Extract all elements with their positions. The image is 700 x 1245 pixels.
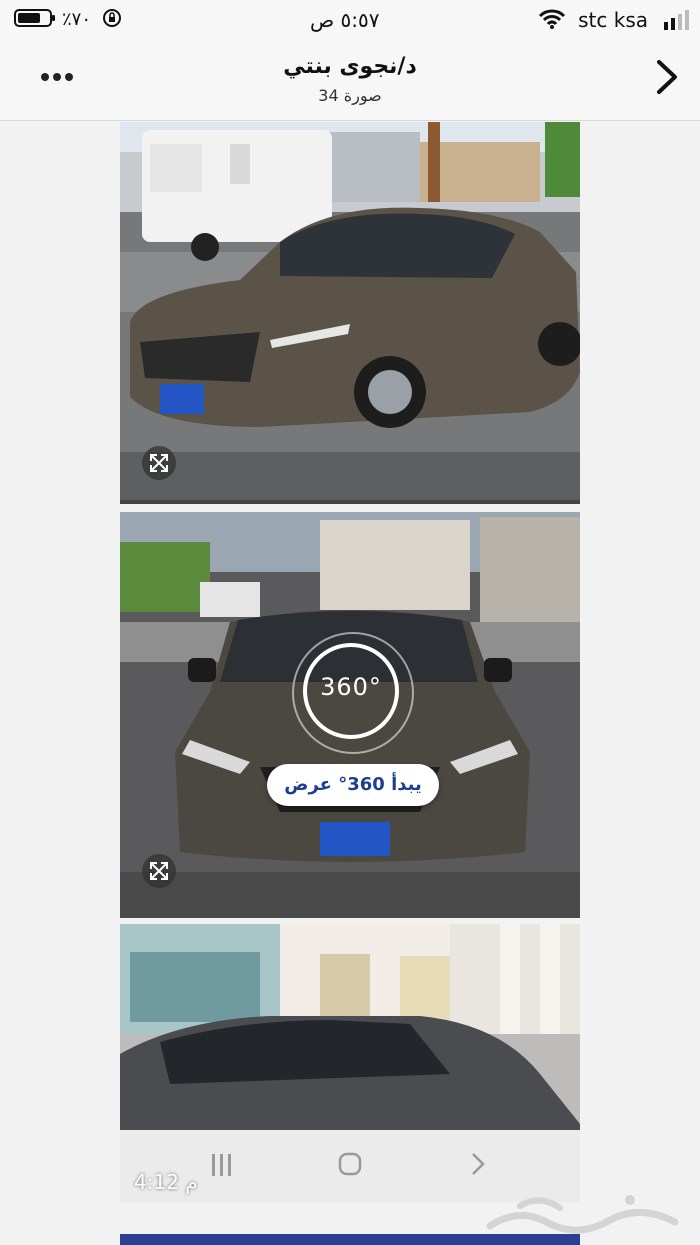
expand-icon <box>150 862 168 880</box>
status-bar: ٪٧٠ ٥:٥٧ ص stc ksa <box>0 0 700 40</box>
page-title: د/نجوى بنتي <box>283 54 417 79</box>
battery-percent: ٪٧٠ <box>62 9 92 30</box>
battery-icon <box>14 9 55 27</box>
viewer-360-text: 360° <box>320 673 382 701</box>
chevron-right-icon <box>472 1153 485 1175</box>
next-photo-edge <box>120 1234 580 1245</box>
chevron-right-icon[interactable] <box>654 58 680 96</box>
wifi-icon <box>538 9 566 29</box>
car-photo-2[interactable]: 360° يبدأ 360° عرض <box>120 512 580 918</box>
recent-apps-icon <box>212 1154 231 1176</box>
photo-count: 34 صورة <box>318 86 382 105</box>
start-360-button[interactable]: يبدأ 360° عرض <box>267 764 439 806</box>
photo-timestamp: 4:12 م <box>134 1170 198 1194</box>
carrier-name: stc ksa <box>578 8 648 32</box>
expand-button[interactable] <box>142 446 176 480</box>
home-icon <box>338 1152 362 1176</box>
signal-icon <box>664 10 689 30</box>
header: د/نجوى بنتي 34 صورة <box>0 40 700 121</box>
car-photo-1[interactable] <box>120 122 580 504</box>
viewer-360-badge[interactable]: 360° <box>292 632 414 754</box>
clock: ٥:٥٧ ص <box>310 8 380 32</box>
expand-icon <box>150 454 168 472</box>
expand-button[interactable] <box>142 854 176 888</box>
orientation-lock-icon <box>103 9 121 27</box>
